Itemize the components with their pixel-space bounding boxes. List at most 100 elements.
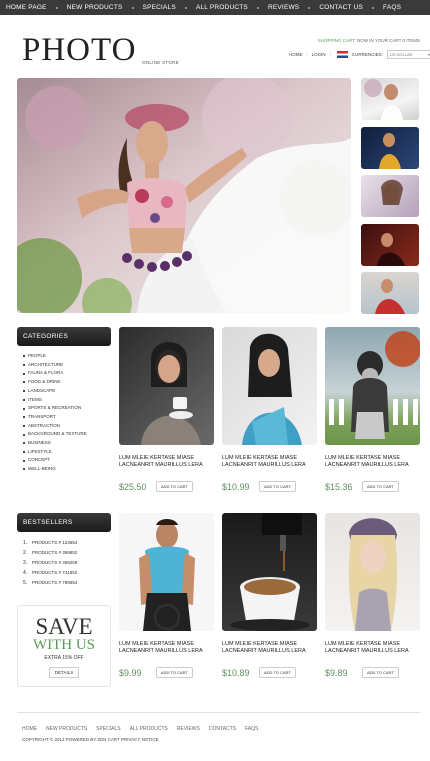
product-name[interactable]: LUM MLEIE KERTASE MIASE LACNEANRIT MAURI… [222, 455, 317, 469]
bestseller-item[interactable]: 3. PRODUCTS # 369258 [23, 558, 111, 568]
category-item[interactable]: Sports & Recreation [23, 404, 111, 413]
footer-link-reviews[interactable]: Reviews [177, 726, 200, 732]
product-name[interactable]: LUM MLEIE KERTASE MIASE LACNEANRIT MAURI… [325, 455, 420, 469]
bestseller-item[interactable]: 2. PRODUCTS # 369852 [23, 548, 111, 558]
footer-link-faqs[interactable]: FAQs [245, 726, 258, 732]
thumbnail-2[interactable] [361, 126, 419, 169]
bestseller-item[interactable]: 5. PRODUCTS # 789654 [23, 578, 111, 588]
nav-all-products[interactable]: All products [196, 4, 248, 11]
cart-status[interactable]: SHOPPING CART: NOW IN YOUR CART 0 ITEMS [318, 38, 420, 43]
bullet-icon [23, 390, 25, 393]
footer-link-new-products[interactable]: New products [46, 726, 87, 732]
nav-reviews[interactable]: Reviews [268, 4, 299, 11]
category-label: Landscape [28, 387, 56, 393]
bullet-icon [23, 381, 25, 384]
add-to-cart-button[interactable]: ADD TO CART [259, 481, 296, 492]
category-label: Items [28, 396, 42, 402]
add-to-cart-button[interactable]: ADD TO CART [362, 481, 399, 492]
product-image[interactable] [222, 513, 317, 631]
category-item[interactable]: Food & Drink [23, 378, 111, 387]
add-to-cart-button[interactable]: ADD TO CART [259, 667, 296, 678]
category-label: People [28, 353, 47, 358]
category-item[interactable]: Lifestyle [23, 448, 111, 457]
thumbnail-art [381, 179, 403, 205]
top-navigation: Home page New products Specials All prod… [0, 0, 430, 15]
categories-box: CATEGORIES People Architecture Fauna & F… [17, 327, 111, 474]
product-image[interactable] [119, 513, 214, 631]
category-item[interactable]: Fauna & Flora [23, 369, 111, 378]
nav-specials[interactable]: Specials [143, 4, 176, 11]
product-image[interactable] [119, 327, 214, 445]
product-image[interactable] [325, 513, 420, 631]
footer-link-home[interactable]: Home [22, 726, 37, 732]
thumbnail-4[interactable] [361, 223, 419, 266]
footer-link-specials[interactable]: Specials [96, 726, 120, 732]
bullet-icon [23, 407, 25, 410]
site-logo[interactable]: PHOTO [22, 34, 136, 67]
promo-details-button[interactable]: DETAILS [48, 667, 80, 678]
nav-contact-us[interactable]: Contact us [319, 4, 363, 11]
header-login-link[interactable]: LOGIN [312, 52, 326, 57]
product-card: LUM MLEIE KERTASE MIASE LACNEANRIT MAURI… [325, 513, 420, 678]
product-price-row: $15.36 ADD TO CART [325, 481, 420, 492]
nav-faqs[interactable]: FAQs [383, 4, 401, 11]
footer-divider [17, 712, 420, 713]
footer-link-all-products[interactable]: All products [130, 726, 168, 732]
product-price: $10.99 [222, 481, 250, 492]
category-item[interactable]: Abstraction [23, 422, 111, 431]
thumbnail-art [364, 79, 403, 120]
category-label: Abstraction [28, 422, 61, 428]
category-label: Food & Drink [28, 379, 61, 385]
category-label: Transport [28, 413, 56, 419]
footer-link-contacts[interactable]: Contacts [209, 726, 236, 732]
thumbnail-1[interactable] [361, 78, 419, 120]
promo-subheadline: WITH US [32, 637, 96, 653]
category-item[interactable]: Business [23, 439, 111, 448]
categories-list: People Architecture Fauna & Flora Food &… [17, 346, 111, 474]
nav-new-products[interactable]: New products [67, 4, 123, 11]
currency-select[interactable]: US DOLLAR ▾ [386, 50, 430, 59]
category-label: Lifestyle [28, 448, 52, 454]
product-name[interactable]: LUM MLEIE KERTASE MIASE LACNEANRIT MAURI… [119, 455, 214, 469]
product-image[interactable] [222, 327, 317, 445]
bullet-icon [23, 398, 25, 401]
bestseller-item[interactable]: 1. PRODUCTS # 123654 [23, 538, 111, 548]
product-art [348, 518, 398, 631]
category-item[interactable]: Concept [23, 456, 111, 465]
thumbnail-3[interactable] [361, 175, 419, 217]
product-art [329, 331, 420, 439]
product-art [230, 513, 310, 631]
header-home-link[interactable]: HOME [289, 52, 303, 57]
category-item[interactable]: People [23, 352, 111, 361]
product-price: $9.89 [325, 667, 348, 678]
thumbnail-5[interactable] [361, 272, 419, 314]
header-mini-menu: HOME | LOGIN | CURRENCIES: US DOLLAR ▾ [289, 50, 430, 59]
bullet-icon [23, 459, 25, 462]
add-to-cart-button[interactable]: ADD TO CART [156, 667, 193, 678]
nav-home[interactable]: Home page [6, 4, 47, 11]
hero-banner-image[interactable] [17, 78, 351, 313]
bestseller-label: PRODUCTS # 369852 [32, 550, 78, 555]
currencies-label: CURRENCIES: [351, 52, 383, 57]
save-promo-banner[interactable]: SAVE WITH US EXTRA 15% OFF DETAILS [17, 605, 111, 687]
flag-icon[interactable] [336, 51, 348, 58]
product-name[interactable]: LUM MLEIE KERTASE MIASE LACNEANRIT MAURI… [119, 641, 214, 655]
category-item[interactable]: Background & Texture [23, 430, 111, 439]
add-to-cart-button[interactable]: ADD TO CART [156, 481, 193, 492]
category-item[interactable]: Landscape [23, 387, 111, 396]
bestseller-rank: 4. [23, 570, 28, 576]
category-item[interactable]: Transport [23, 413, 111, 422]
category-item[interactable]: Architecture [23, 361, 111, 370]
category-item[interactable]: Items [23, 396, 111, 405]
product-price-row: $9.89 ADD TO CART [325, 667, 420, 678]
product-price: $15.36 [325, 481, 353, 492]
category-label: Well-being [28, 466, 56, 472]
product-name[interactable]: LUM MLEIE KERTASE MIASE LACNEANRIT MAURI… [222, 641, 317, 655]
product-image[interactable] [325, 327, 420, 445]
product-card: LUM MLEIE KERTASE MIASE LACNEANRIT MAURI… [222, 327, 317, 492]
category-item[interactable]: Well-being [23, 465, 111, 474]
bestseller-item[interactable]: 4. PRODUCTS # 741852 [23, 568, 111, 578]
product-name[interactable]: LUM MLEIE KERTASE MIASE LACNEANRIT MAURI… [325, 641, 420, 655]
bestseller-rank: 1. [23, 540, 28, 546]
add-to-cart-button[interactable]: ADD TO CART [362, 667, 399, 678]
